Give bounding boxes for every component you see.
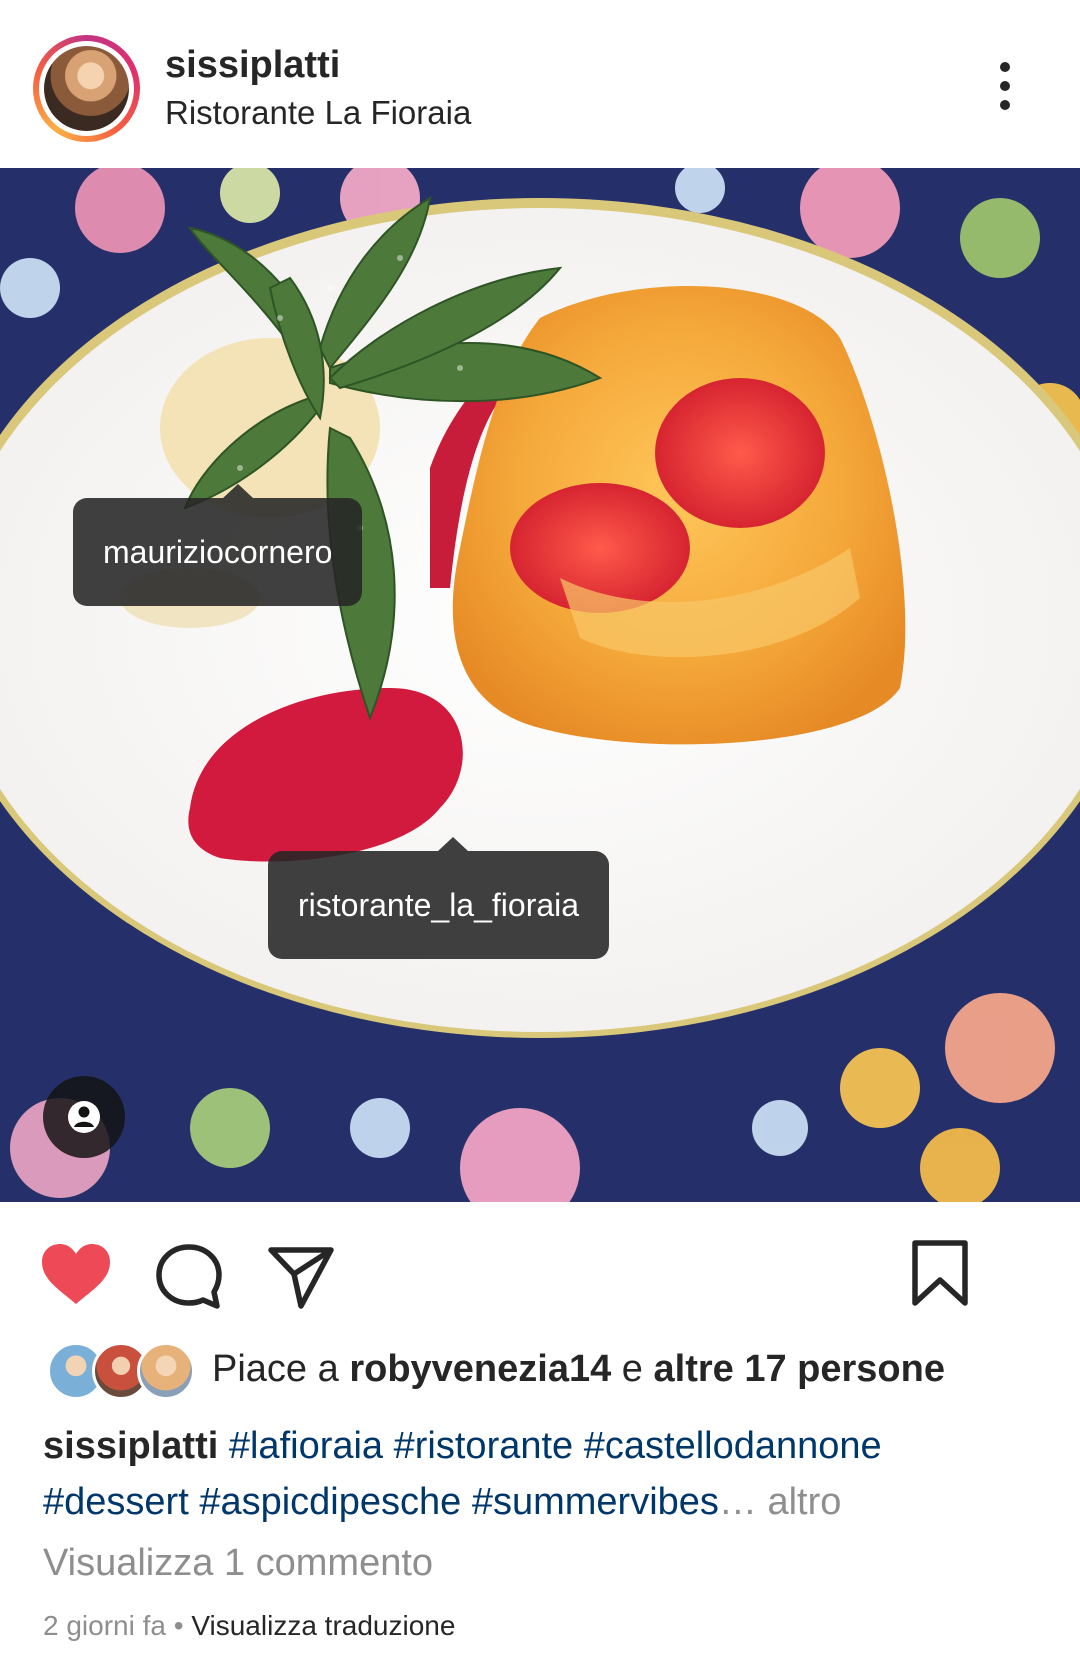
- hashtag[interactable]: #castellodannone: [584, 1425, 882, 1467]
- post-caption: sissiplatti #lafioraia #ristorante #cast…: [43, 1418, 1043, 1530]
- profile-avatar[interactable]: [33, 35, 140, 142]
- more-options-icon[interactable]: [985, 62, 1025, 122]
- translate-link[interactable]: Visualizza traduzione: [191, 1610, 455, 1641]
- hashtag[interactable]: #dessert: [43, 1481, 189, 1523]
- dessert-photo: [0, 168, 1080, 1202]
- avatar-photo: [44, 46, 129, 131]
- post-username[interactable]: sissiplatti: [165, 44, 340, 87]
- person-icon: [68, 1101, 100, 1133]
- hashtag[interactable]: #aspicdipesche: [199, 1481, 461, 1523]
- send-icon[interactable]: [266, 1242, 336, 1312]
- tagged-people-button[interactable]: [43, 1076, 125, 1158]
- bookmark-icon[interactable]: [910, 1238, 970, 1308]
- view-comments-link[interactable]: Visualizza 1 commento: [43, 1542, 433, 1585]
- post-image[interactable]: mauriziocornero ristorante_la_fioraia: [0, 168, 1080, 1202]
- post-header: sissiplatti Ristorante La Fioraia: [0, 0, 1080, 168]
- post-actions-bar: [0, 1202, 1080, 1332]
- caption-more-link[interactable]: altro: [767, 1481, 841, 1523]
- likes-others[interactable]: altre 17 persone: [654, 1348, 945, 1390]
- post-timestamp: 2 giorni fa: [43, 1610, 166, 1641]
- comment-icon[interactable]: [154, 1242, 224, 1312]
- caption-username[interactable]: sissiplatti: [43, 1425, 218, 1467]
- liker-username[interactable]: robyvenezia14: [349, 1348, 611, 1390]
- likes-row[interactable]: Piace a robyvenezia14 e altre 17 persone: [0, 1342, 1080, 1412]
- likes-summary[interactable]: Piace a robyvenezia14 e altre 17 persone: [212, 1348, 945, 1391]
- hashtag[interactable]: #ristorante: [394, 1425, 574, 1467]
- hashtag[interactable]: #lafioraia: [229, 1425, 383, 1467]
- tagged-user-label[interactable]: mauriziocornero: [73, 484, 363, 606]
- heart-icon[interactable]: [40, 1242, 112, 1306]
- hashtag[interactable]: #summervibes: [472, 1481, 719, 1523]
- post-location[interactable]: Ristorante La Fioraia: [165, 94, 471, 132]
- liker-avatar: [137, 1342, 195, 1400]
- tagged-user-label[interactable]: ristorante_la_fioraia: [268, 837, 610, 959]
- meta-separator: •: [173, 1610, 184, 1641]
- post-meta: 2 giorni fa • Visualizza traduzione: [43, 1610, 455, 1642]
- caption-ellipsis: …: [718, 1481, 757, 1523]
